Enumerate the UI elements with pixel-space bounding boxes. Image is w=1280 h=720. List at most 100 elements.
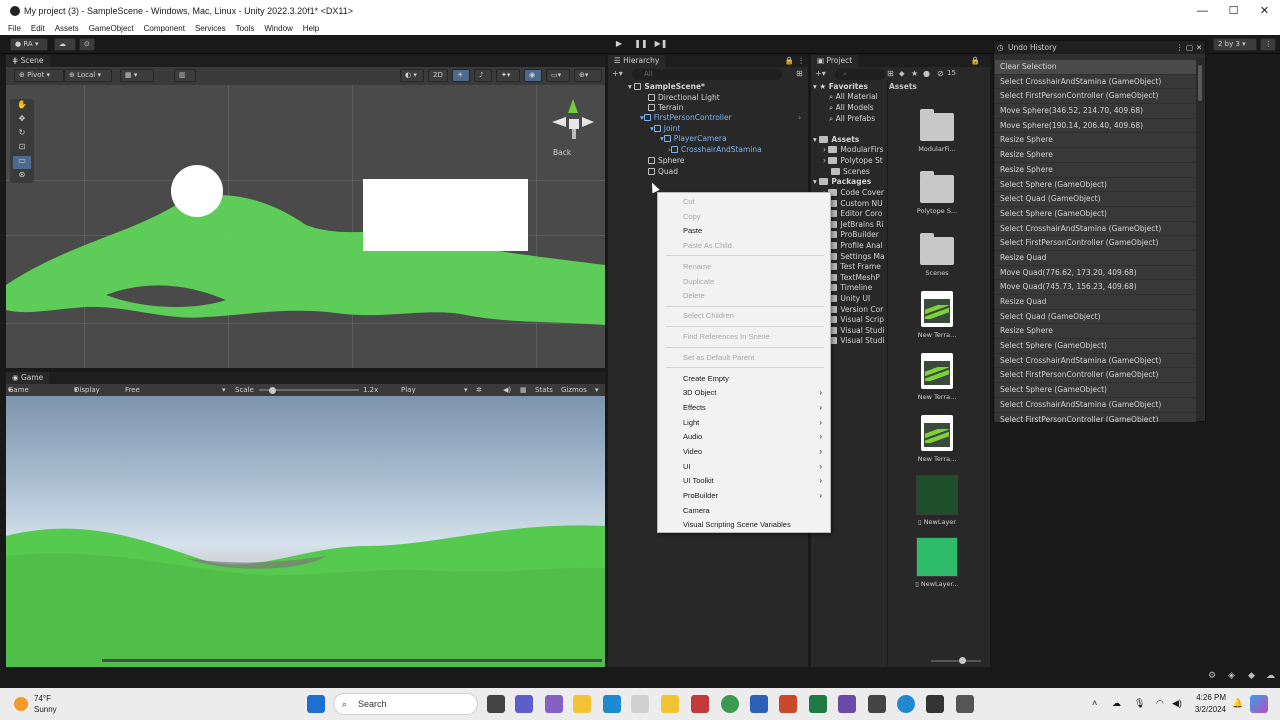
quad-object[interactable] — [363, 179, 528, 251]
file-explorer-icon[interactable] — [573, 695, 591, 713]
close-button[interactable]: ✕ — [1249, 0, 1280, 22]
menu-component[interactable]: Component — [144, 24, 185, 33]
display-dropdown[interactable]: Display 1 ▾ — [74, 384, 100, 406]
step-button[interactable]: ▶❚ — [651, 37, 671, 51]
gizmos-arrow[interactable]: ▾ — [595, 384, 599, 396]
menu-assets[interactable]: Assets — [55, 24, 79, 33]
asset-tile-folder[interactable]: Scenes — [907, 233, 967, 277]
taskbar-search-input[interactable]: ⌕ Search — [333, 693, 478, 715]
tab-hierarchy[interactable]: ☰ Hierarchy — [608, 55, 666, 67]
app-icon[interactable] — [661, 695, 679, 713]
debug-icon[interactable]: ◈ — [1228, 671, 1235, 681]
context-menu-item[interactable]: Camera — [683, 506, 710, 515]
menu-window[interactable]: Window — [264, 24, 292, 33]
package-folder-item[interactable]: › Version Cor — [823, 305, 887, 314]
undo-history-item[interactable]: Select FirstPersonController (GameObject… — [995, 89, 1196, 105]
mute-audio-icon[interactable]: ◀) — [503, 384, 511, 396]
local-dropdown[interactable]: ⊕ Local ▾ — [64, 69, 112, 82]
asset-folder-item[interactable]: › Polytope St — [823, 156, 887, 165]
weather-temp[interactable]: 74°F — [34, 694, 51, 703]
assets-header[interactable]: ▾ Assets — [813, 135, 883, 144]
app-icon[interactable] — [956, 695, 974, 713]
undo-history-item[interactable]: Select Sphere (GameObject) — [995, 178, 1196, 193]
menu-help[interactable]: Help — [303, 24, 319, 33]
visual-studio-icon[interactable] — [545, 695, 563, 713]
maximize-button[interactable]: ☐ — [1218, 0, 1249, 22]
asset-tile-folder[interactable]: Polytope S... — [907, 171, 967, 215]
effects-toggle-icon[interactable]: ✦▾ — [496, 69, 520, 82]
task-view-icon[interactable] — [487, 695, 505, 713]
asset-tile-layer[interactable]: ▯ NewLayer — [907, 475, 967, 526]
asset-folder-item[interactable]: › ModularFirs — [823, 145, 887, 154]
menu-edit[interactable]: Edit — [31, 24, 45, 33]
weather-desc[interactable]: Sunny — [34, 705, 57, 714]
increment-snap-button[interactable]: ▥ — [174, 69, 196, 82]
clock-time[interactable]: 4:26 PM — [1194, 693, 1226, 702]
unity-editor-icon[interactable] — [926, 695, 944, 713]
context-menu-item[interactable]: Video — [683, 447, 702, 456]
hierarchy-search-input[interactable]: All — [632, 69, 782, 80]
hierarchy-item-samplescene[interactable]: ▾ SampleScene* — [628, 82, 705, 91]
undo-history-item[interactable]: Resize Sphere — [995, 148, 1196, 163]
menu-file[interactable]: File — [8, 24, 21, 33]
gizmos-toggle-icon[interactable]: ⊕▾ — [574, 69, 602, 82]
asset-tile-terrain[interactable]: New Terra... — [907, 353, 967, 401]
hand-tool-icon[interactable]: ✋ — [13, 100, 31, 113]
tab-project[interactable]: ▣ Project — [811, 55, 859, 67]
undo-history-item[interactable]: Resize Quad — [995, 295, 1196, 310]
word-icon[interactable] — [750, 695, 768, 713]
shading-mode-button[interactable]: ◐ ▾ — [400, 69, 424, 82]
search-by-type-icon[interactable]: ⊞ — [887, 69, 894, 78]
layout-dropdown[interactable]: 2 by 3 ▾ — [1213, 38, 1257, 51]
undo-history-item[interactable]: Select Sphere (GameObject) — [995, 383, 1196, 398]
notification-bell-icon[interactable]: 🔔 — [1232, 698, 1243, 709]
hierarchy-item-directional-light[interactable]: Directional Light — [648, 93, 720, 102]
scene-visibility-icon[interactable]: ◉ — [524, 69, 542, 82]
game-mode-dropdown[interactable]: Game ▾ — [8, 384, 29, 396]
context-menu-item[interactable]: Create Empty — [683, 374, 729, 383]
undo-history-item[interactable]: Select FirstPersonController (GameObject… — [995, 368, 1196, 384]
grid-snap-button[interactable]: ▦ ▾ — [120, 69, 154, 82]
hierarchy-item-joint[interactable]: ▾ Joint — [650, 124, 680, 133]
undo-history-item[interactable]: Select Sphere (GameObject) — [995, 339, 1196, 354]
game-scrollbar[interactable] — [102, 659, 602, 662]
undo-history-item[interactable]: Clear Selection — [995, 60, 1196, 75]
pause-button[interactable]: ❚❚ — [631, 37, 651, 51]
excel-icon[interactable] — [809, 695, 827, 713]
game-viewport[interactable] — [6, 396, 605, 667]
undo-menu-icon[interactable]: ⋮ — [1176, 41, 1184, 54]
hierarchy-item-firstpersoncontroller[interactable]: ▾ FirstPersonController — [640, 113, 732, 122]
rect-tool-icon[interactable]: ▭ — [13, 156, 31, 169]
rotate-tool-icon[interactable]: ↻ — [13, 128, 31, 141]
undo-history-item[interactable]: Select Quad (GameObject) — [995, 310, 1196, 325]
package-folder-item[interactable]: › Profile Anal — [823, 241, 887, 250]
package-icon[interactable]: ● — [923, 69, 930, 78]
favorites-header[interactable]: ▾ ★ Favorites — [813, 82, 883, 91]
hierarchy-item-playercamera[interactable]: ▾ PlayerCamera — [660, 134, 727, 143]
hierarchy-item-terrain[interactable]: Terrain — [648, 103, 683, 112]
tab-game[interactable]: ◉ Game — [6, 372, 50, 384]
undo-history-item[interactable]: Resize Sphere — [995, 163, 1196, 178]
hidden-packages-icon[interactable]: ⊘ — [937, 69, 944, 78]
hierarchy-item-quad[interactable]: Quad — [648, 167, 678, 176]
cloud-icon[interactable]: ☁ — [54, 38, 76, 51]
add-icon[interactable]: +▾ — [612, 69, 623, 78]
mode-2d-button[interactable]: 2D — [428, 69, 448, 82]
undo-maximize-icon[interactable]: ▢ — [1186, 41, 1193, 54]
context-menu-item[interactable]: 3D Object — [683, 388, 716, 397]
hierarchy-item-sphere[interactable]: Sphere — [648, 156, 684, 165]
account-button[interactable]: ● RA ▾ — [10, 38, 48, 51]
package-folder-item[interactable]: › Visual Scrip — [823, 315, 887, 324]
undo-history-item[interactable]: Select Sphere (GameObject) — [995, 207, 1196, 222]
package-folder-item[interactable]: › TextMeshP — [823, 273, 887, 282]
gizmos-button[interactable]: Gizmos — [561, 384, 587, 396]
camera-settings-icon[interactable]: ▭▾ — [546, 69, 570, 82]
context-menu-item[interactable]: UI — [683, 462, 691, 471]
lock-icon[interactable]: 🔒 — [785, 55, 794, 67]
saved-search-icon[interactable]: ★ — [911, 69, 918, 78]
wifi-icon[interactable]: ◠ — [1156, 698, 1164, 709]
context-menu-item[interactable]: Paste — [683, 226, 702, 235]
package-folder-item[interactable]: › ProBuilder — [823, 230, 887, 239]
powerpoint-icon[interactable] — [779, 695, 797, 713]
settings-icon[interactable]: ⋮ — [1260, 38, 1276, 51]
